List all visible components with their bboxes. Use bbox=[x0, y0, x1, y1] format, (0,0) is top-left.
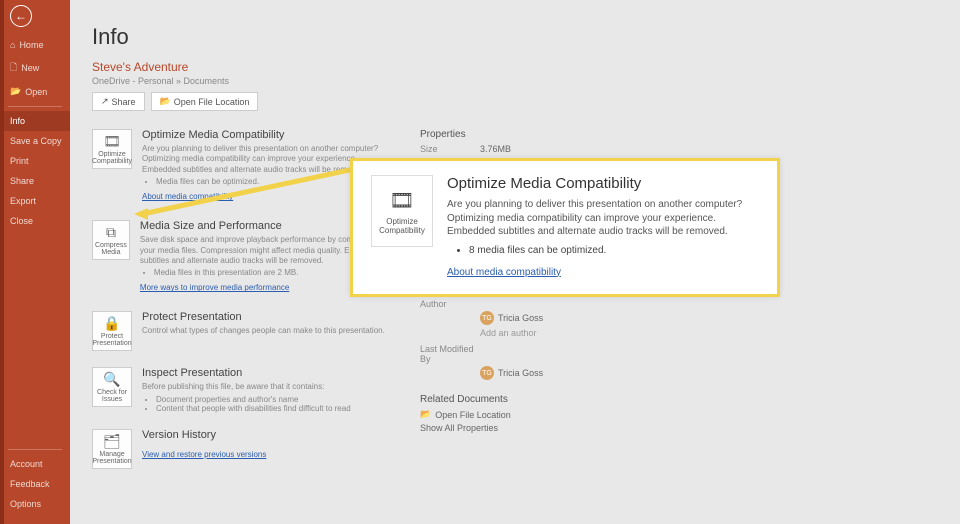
lock-icon: 🔒 bbox=[103, 315, 120, 332]
open-file-location-link[interactable]: 📂Open File Location bbox=[420, 409, 938, 420]
section-media-size: ⧉ Compress Media Media Size and Performa… bbox=[92, 220, 392, 295]
doc-title: Steve's Adventure bbox=[92, 60, 938, 74]
callout-optimize: 🎞 Optimize Compatibility Optimize Media … bbox=[350, 158, 780, 297]
section-heading: Protect Presentation bbox=[142, 311, 385, 323]
protect-presentation-button[interactable]: 🔒 Protect Presentation bbox=[92, 311, 132, 351]
callout-body-text: Are you planning to deliver this present… bbox=[447, 198, 759, 239]
sidebar-item-home[interactable]: ⌂Home bbox=[0, 35, 70, 55]
doc-path: OneDrive - Personal » Documents bbox=[92, 76, 938, 86]
sidebar-item-account[interactable]: Account bbox=[0, 454, 70, 474]
avatar: TG bbox=[480, 366, 494, 380]
author-person[interactable]: TGTricia Goss bbox=[420, 311, 938, 325]
callout-about-link[interactable]: About media compatibility bbox=[447, 267, 561, 278]
sidebar-item-feedback[interactable]: Feedback bbox=[0, 474, 70, 494]
show-all-properties-link[interactable]: Show All Properties bbox=[420, 423, 938, 433]
film-icon: 🎞 bbox=[389, 188, 414, 213]
share-button[interactable]: ↗ Share bbox=[92, 92, 145, 111]
sidebar-item-close[interactable]: Close bbox=[0, 211, 70, 231]
compress-icon: ⧉ bbox=[106, 224, 116, 241]
backstage-sidebar: ← ⌂Home 🗋New 📂Open Info Save a Copy Prin… bbox=[0, 0, 70, 524]
back-arrow-icon: ← bbox=[15, 9, 27, 23]
properties-heading: Properties bbox=[420, 129, 938, 140]
sidebar-item-options[interactable]: Options bbox=[0, 494, 70, 514]
add-author-link[interactable]: Add an author bbox=[420, 328, 938, 338]
avatar: TG bbox=[480, 311, 494, 325]
new-icon: 🗋 bbox=[10, 60, 17, 76]
compress-media-button[interactable]: ⧉ Compress Media bbox=[92, 220, 130, 260]
callout-bullet: 8 media files can be optimized. bbox=[469, 245, 759, 256]
back-button[interactable]: ← bbox=[10, 5, 32, 27]
section-heading: Version History bbox=[142, 429, 266, 441]
check-issues-button[interactable]: 🔍 Check for Issues bbox=[92, 367, 132, 407]
film-icon: 🎞 bbox=[103, 133, 121, 150]
section-desc: Before publishing this file, be aware th… bbox=[142, 382, 351, 392]
section-desc: Control what types of changes people can… bbox=[142, 326, 385, 336]
related-documents-heading: Related Documents bbox=[420, 394, 938, 405]
version-history-link[interactable]: View and restore previous versions bbox=[142, 450, 266, 459]
inspect-icon: 🔍 bbox=[103, 371, 120, 388]
folder-icon: 📂 bbox=[420, 409, 431, 420]
last-modified-person: TGTricia Goss bbox=[420, 366, 938, 380]
section-heading: Optimize Media Compatibility bbox=[142, 129, 392, 141]
page-title: Info bbox=[92, 24, 938, 50]
callout-heading: Optimize Media Compatibility bbox=[447, 175, 759, 192]
sidebar-item-export[interactable]: Export bbox=[0, 191, 70, 211]
sidebar-item-open[interactable]: 📂Open bbox=[0, 81, 70, 102]
sidebar-item-print[interactable]: Print bbox=[0, 151, 70, 171]
section-optimize: 🎞 Optimize Compatibility Optimize Media … bbox=[92, 129, 392, 204]
about-media-compat-link[interactable]: About media compatibility bbox=[142, 192, 233, 201]
section-version: 🗂 Manage Presentation Version History Vi… bbox=[92, 429, 392, 469]
section-heading: Inspect Presentation bbox=[142, 367, 351, 379]
sidebar-item-info[interactable]: Info bbox=[0, 111, 70, 131]
history-icon: 🗂 bbox=[103, 433, 121, 450]
prop-size-value: 3.76MB bbox=[480, 144, 511, 154]
media-performance-link[interactable]: More ways to improve media performance bbox=[140, 283, 289, 292]
callout-optimize-button[interactable]: 🎞 Optimize Compatibility bbox=[371, 175, 433, 247]
last-modified-label: Last Modified By bbox=[420, 344, 480, 364]
prop-size-label: Size bbox=[420, 144, 480, 154]
open-icon: 📂 bbox=[10, 86, 21, 97]
sidebar-item-save-copy[interactable]: Save a Copy bbox=[0, 131, 70, 151]
manage-presentation-button[interactable]: 🗂 Manage Presentation bbox=[92, 429, 132, 469]
open-file-location-button[interactable]: 📂 Open File Location bbox=[151, 92, 259, 111]
optimize-compatibility-button[interactable]: 🎞 Optimize Compatibility bbox=[92, 129, 132, 169]
author-label: Author bbox=[420, 299, 480, 309]
section-inspect: 🔍 Check for Issues Inspect Presentation … bbox=[92, 367, 392, 412]
home-icon: ⌂ bbox=[10, 40, 15, 50]
sidebar-item-share[interactable]: Share bbox=[0, 171, 70, 191]
section-protect: 🔒 Protect Presentation Protect Presentat… bbox=[92, 311, 392, 351]
sidebar-item-new[interactable]: 🗋New bbox=[0, 55, 70, 81]
